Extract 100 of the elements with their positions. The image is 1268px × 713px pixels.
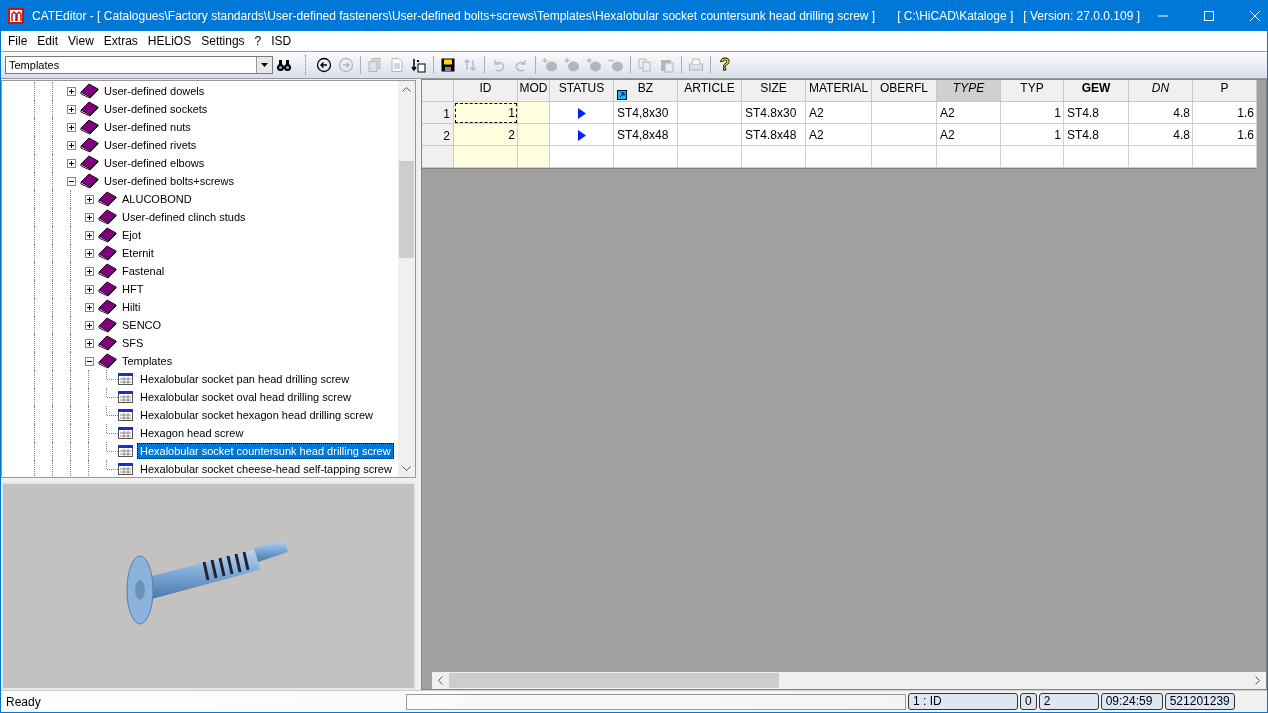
column-header[interactable]: TYP [1001, 80, 1064, 102]
tree-item[interactable]: ALUCOBOND [119, 191, 195, 207]
table-cell: A2 [806, 124, 872, 146]
expand-icon[interactable] [84, 230, 94, 240]
column-header[interactable]: BZ [614, 80, 678, 102]
table-cell: A2 [806, 102, 872, 124]
column-header[interactable]: MOD [518, 80, 550, 102]
menu-item[interactable]: ? [249, 34, 267, 48]
column-header[interactable]: DN [1129, 80, 1193, 102]
book-icon [98, 299, 117, 315]
menu-item[interactable]: HELiOS [142, 34, 197, 48]
expand-icon[interactable] [84, 284, 94, 294]
column-header[interactable]: P [1193, 80, 1257, 102]
book-icon [80, 119, 99, 135]
caret-icon [261, 63, 268, 67]
tree-item[interactable]: Hexalobular socket cheese-head self-tapping screw [137, 461, 395, 477]
expand-icon[interactable] [66, 140, 76, 150]
status-panel: 1 : ID [908, 693, 1018, 710]
vertical-scrollbar[interactable] [398, 81, 415, 477]
book-icon [98, 209, 117, 225]
menu-item[interactable]: Extras [98, 34, 143, 48]
tree-item[interactable]: User-defined bolts+screws [101, 173, 237, 189]
copy-icon [637, 57, 653, 73]
catalogue-path: [ C:\HiCAD\Kataloge ] [897, 9, 1014, 23]
tree-item[interactable]: SENCO [119, 317, 165, 333]
status-message: Ready [5, 694, 42, 709]
menu-item[interactable]: ISD [266, 34, 297, 48]
binoculars-icon [276, 57, 292, 73]
column-header[interactable]: MATERIAL [806, 80, 872, 102]
scroll-thumb[interactable] [449, 673, 779, 688]
expand-icon[interactable] [84, 302, 94, 312]
paste-icon [659, 57, 675, 73]
column-header[interactable]: ID [454, 80, 518, 102]
table-icon [116, 371, 135, 387]
status-panel: 0 [1020, 693, 1037, 710]
expand-icon[interactable] [66, 86, 76, 96]
tree-item[interactable]: User-defined nuts [101, 119, 194, 135]
tree-item[interactable]: User-defined elbows [101, 155, 208, 171]
tree-item[interactable]: Templates [119, 353, 176, 369]
column-header[interactable]: GEW [1064, 80, 1129, 102]
tree-item[interactable]: User-defined rivets [101, 137, 200, 153]
add-row-icon [542, 57, 558, 73]
menu-item[interactable]: Settings [196, 34, 250, 48]
triangle-icon [577, 108, 586, 119]
status-panel: 2 [1038, 693, 1099, 710]
book-icon [80, 155, 99, 171]
column-header[interactable]: SIZE [742, 80, 806, 102]
collapse-icon[interactable] [84, 356, 94, 366]
expand-icon[interactable] [66, 158, 76, 168]
expand-icon[interactable] [84, 212, 94, 222]
expand-icon[interactable] [84, 320, 94, 330]
column-header[interactable]: OBERFL [872, 80, 937, 102]
row-number[interactable]: 2 [422, 124, 454, 146]
tree-item[interactable]: User-defined sockets [101, 101, 211, 117]
book-icon [98, 335, 117, 351]
close-icon [1249, 11, 1260, 21]
tree-item[interactable]: Hexalobular socket pan head drilling screw [137, 371, 353, 387]
collapse-icon[interactable] [66, 176, 76, 186]
tree-item[interactable]: SFS [119, 335, 147, 351]
horizontal-scrollbar[interactable] [432, 672, 1266, 689]
table-icon [116, 407, 135, 423]
table-cell: ST4,8x30 [614, 102, 678, 124]
expand-icon[interactable] [84, 194, 94, 204]
catalogue-dropdown[interactable]: Templates [5, 56, 273, 74]
tree-item[interactable]: Hexalobular socket hexagon head drilling screw [137, 407, 376, 423]
redo-icon [513, 57, 529, 73]
tree-item[interactable]: HFT [119, 281, 147, 297]
add-row-icon [564, 57, 580, 73]
tree-item[interactable]: Hexagon head screw [137, 425, 247, 441]
tree-item[interactable]: Ejot [119, 227, 144, 243]
sort-icon [462, 57, 478, 73]
expand-icon[interactable] [66, 104, 76, 114]
expand-icon[interactable] [84, 248, 94, 258]
column-header[interactable]: STATUS [550, 80, 614, 102]
sort-doc-icon [411, 57, 427, 73]
link-icon [617, 90, 627, 100]
tree-item[interactable]: User-defined dowels [101, 83, 208, 99]
tree-item[interactable]: Eternit [119, 245, 157, 261]
book-icon [80, 173, 99, 189]
expand-icon[interactable] [84, 266, 94, 276]
tree-item[interactable]: Fastenal [119, 263, 168, 279]
status-panel: 09:24:59 [1100, 693, 1163, 710]
version-label: [ Version: 27.0.0.109 ] [1023, 9, 1140, 23]
book-icon [80, 137, 99, 153]
row-number[interactable]: 1 [422, 102, 454, 124]
menu-item[interactable]: File [3, 34, 33, 48]
scroll-thumb[interactable] [399, 161, 414, 258]
column-header[interactable]: TYPE [937, 80, 1001, 102]
column-header[interactable]: ARTICLE [678, 80, 742, 102]
tree-item[interactable]: Hilti [119, 299, 144, 315]
tree-item[interactable]: Hexalobular socket countersunk head drilling screw [137, 443, 394, 459]
menu-item[interactable]: Edit [32, 34, 64, 48]
menu-item[interactable]: View [63, 34, 99, 48]
table-cell: 1.6 [1193, 124, 1257, 146]
expand-icon[interactable] [66, 122, 76, 132]
table-icon [116, 443, 135, 459]
expand-icon[interactable] [84, 338, 94, 348]
book-icon [98, 191, 117, 207]
tree-item[interactable]: Hexalobular socket oval head drilling screw [137, 389, 354, 405]
tree-item[interactable]: User-defined clinch studs [119, 209, 249, 225]
